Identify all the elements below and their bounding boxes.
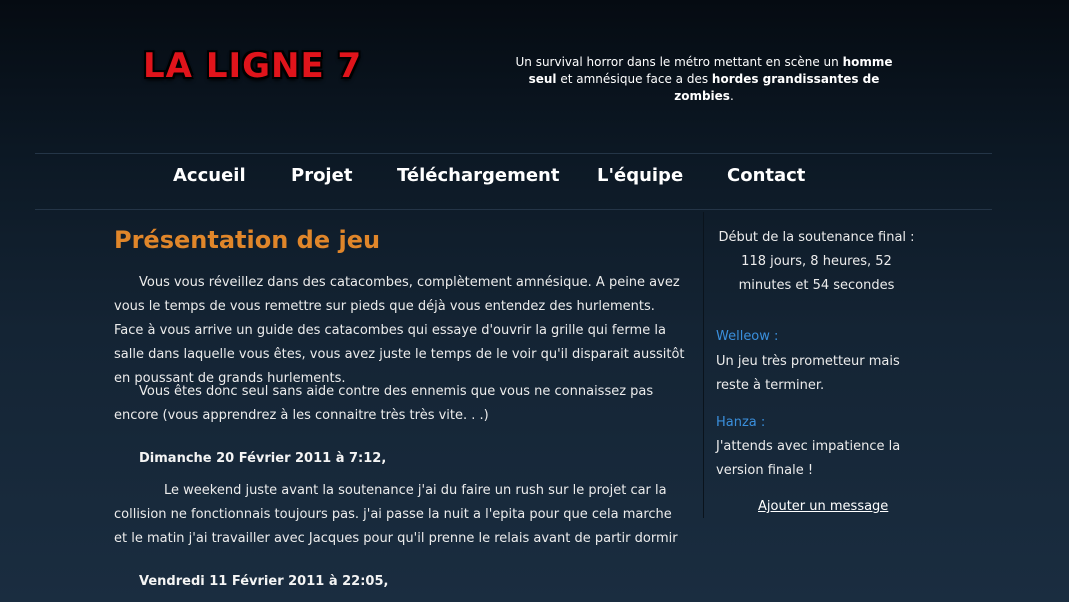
nav-divider-top bbox=[35, 153, 992, 154]
news-date: Vendredi 11 Février 2011 à 22:05, bbox=[139, 574, 389, 589]
page-title: Présentation de jeu bbox=[114, 226, 381, 254]
main-content: Présentation de jeu Vous vous réveillez … bbox=[114, 224, 688, 589]
comment-text: Un jeu très prometteur mais reste à term… bbox=[716, 354, 900, 393]
intro-paragraph-2: Vous êtes donc seul sans aide contre des… bbox=[114, 384, 654, 423]
add-message-link[interactable]: Ajouter un message bbox=[758, 499, 888, 514]
nav-divider-bottom bbox=[35, 209, 992, 210]
comment-author: Hanza : bbox=[716, 415, 766, 430]
news-text: Le weekend juste avant la soutenance j'a… bbox=[114, 483, 678, 546]
countdown-value: 118 jours, 8 heures, 52 minutes et 54 se… bbox=[738, 254, 895, 293]
comment-author: Welleow : bbox=[716, 329, 779, 344]
nav-item-contact[interactable]: Contact bbox=[727, 165, 805, 186]
countdown: Début de la soutenance final : 118 jours… bbox=[714, 226, 919, 298]
comment-text: J'attends avec impatience la version fin… bbox=[716, 439, 901, 478]
countdown-label: Début de la soutenance final : bbox=[718, 230, 915, 245]
site-tagline: Un survival horror dans le métro mettant… bbox=[515, 55, 893, 103]
nav-item-telechargement[interactable]: Téléchargement bbox=[397, 165, 559, 186]
column-divider bbox=[703, 212, 704, 518]
nav-item-projet[interactable]: Projet bbox=[291, 165, 352, 186]
intro-paragraph-1: Vous vous réveillez dans des catacombes,… bbox=[114, 275, 685, 386]
news-date: Dimanche 20 Février 2011 à 7:12, bbox=[139, 451, 387, 466]
sidebar: Début de la soutenance final : 118 jours… bbox=[714, 226, 919, 514]
nav-item-accueil[interactable]: Accueil bbox=[173, 165, 246, 186]
site-logo[interactable]: LA LIGNE 7 bbox=[143, 46, 362, 86]
nav-item-equipe[interactable]: L'équipe bbox=[597, 165, 683, 186]
main-nav: Accueil Projet Téléchargement L'équipe C… bbox=[0, 165, 1069, 193]
